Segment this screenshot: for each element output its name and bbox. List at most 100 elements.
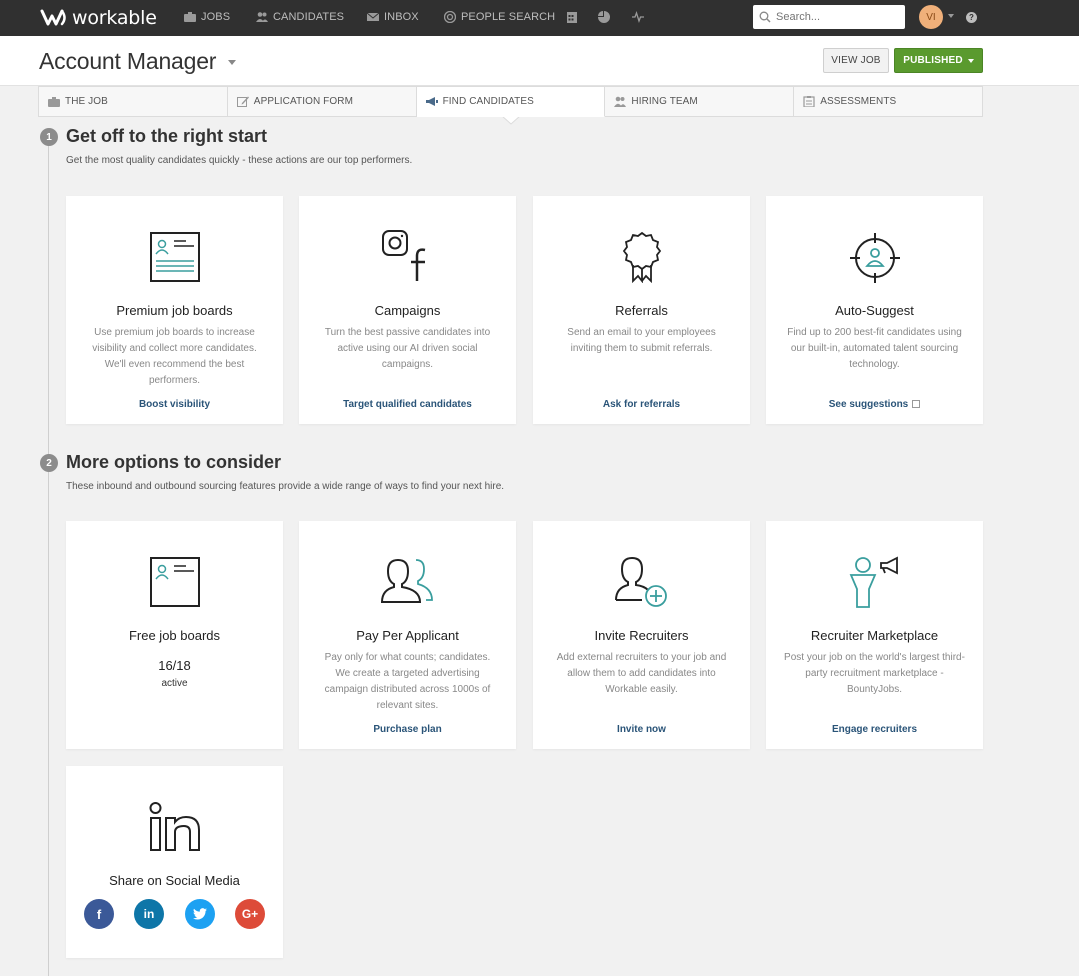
card-invite-recruiters: Invite Recruiters Add external recruiter… [533, 521, 750, 749]
boost-visibility-link[interactable]: Boost visibility [66, 399, 283, 410]
activity-pulse-icon [632, 11, 644, 23]
published-label: PUBLISHED [903, 55, 963, 66]
nav-candidates[interactable]: CANDIDATES [256, 11, 344, 23]
card-description: Pay only for what counts; candidates. We… [324, 652, 491, 711]
job-header: Account Manager VIEW JOB PUBLISHED [0, 36, 1079, 86]
calendar-icon [567, 12, 577, 23]
card-title: Premium job boards [116, 303, 233, 318]
card-recruiter-marketplace: Recruiter Marketplace Post your job on t… [766, 521, 983, 749]
card-description: Send an email to your employees inviting… [567, 327, 716, 354]
nav-reports[interactable] [598, 11, 610, 23]
card-description: Add external recruiters to your job and … [556, 652, 727, 695]
card-title: Auto-Suggest [835, 303, 914, 318]
nav-activity[interactable] [632, 11, 644, 23]
tab-hiring-team[interactable]: HIRING TEAM [605, 86, 795, 117]
linkedin-logo-icon [149, 802, 200, 851]
card-description: Find up to 200 best-fit candidates using… [787, 327, 962, 370]
step-badge-2: 2 [40, 454, 58, 472]
recruiter-megaphone-icon [849, 556, 898, 608]
see-suggestions-link[interactable]: See suggestions [766, 399, 983, 410]
facebook-share-button[interactable]: f [84, 899, 114, 929]
published-dropdown-button[interactable]: PUBLISHED [894, 48, 983, 73]
twitter-icon [193, 908, 207, 920]
people-icon [256, 12, 268, 22]
card-title: Referrals [615, 303, 668, 318]
top-navigation-bar: workable JOBS CANDIDATES INBOX PEOPLE SE… [0, 0, 1079, 36]
page-title[interactable]: Account Manager [39, 48, 216, 75]
help-icon[interactable]: ? [966, 12, 977, 23]
card-free-job-boards: Free job boards 16/18 active [66, 521, 283, 749]
nav-candidates-label: CANDIDATES [273, 11, 345, 23]
nav-jobs[interactable]: JOBS [184, 11, 230, 23]
job-board-icon [149, 232, 200, 282]
tab-find-candidates[interactable]: FIND CANDIDATES [416, 86, 606, 117]
card-description: Turn the best passive candidates into ac… [324, 327, 491, 370]
tab-the-job[interactable]: THE JOB [38, 86, 228, 117]
step-badge-1: 1 [40, 128, 58, 146]
nav-calendar[interactable] [566, 11, 578, 23]
tab-application-form[interactable]: APPLICATION FORM [227, 86, 417, 117]
card-description: Post your job on the world's largest thi… [784, 652, 965, 695]
section-1-title: Get off to the right start [66, 126, 267, 146]
see-suggestions-label: See suggestions [828, 399, 909, 410]
card-auto-suggest: Auto-Suggest Find up to 200 best-fit can… [766, 196, 983, 424]
nav-inbox-label: INBOX [384, 11, 419, 23]
card-share-social-media: Share on Social Media f in G+ [66, 766, 283, 958]
card-referrals: Referrals Send an email to your employee… [533, 196, 750, 424]
nav-people-search-label: PEOPLE SEARCH [461, 11, 556, 23]
envelope-icon [367, 12, 379, 21]
megaphone-icon [425, 97, 438, 106]
job-board-icon [149, 557, 200, 607]
card-title: Free job boards [128, 628, 221, 643]
tab-label: HIRING TEAM [631, 96, 698, 107]
target-icon [444, 11, 456, 23]
twitter-share-button[interactable] [185, 899, 215, 929]
card-title: Invite Recruiters [594, 628, 689, 643]
award-ribbon-icon [622, 231, 661, 283]
external-link-icon [912, 400, 921, 408]
linkedin-icon: in [143, 907, 155, 921]
applicants-icon [380, 558, 433, 603]
search-box[interactable] [753, 5, 905, 29]
tab-label: APPLICATION FORM [253, 96, 353, 107]
google-plus-icon: G+ [241, 907, 259, 921]
add-user-icon [614, 557, 667, 607]
crosshair-person-icon [849, 233, 900, 283]
ask-for-referrals-link[interactable]: Ask for referrals [533, 399, 750, 410]
section-2-subtitle: These inbound and outbound sourcing feat… [66, 481, 505, 492]
search-input[interactable] [776, 11, 896, 23]
active-boards-label: active [161, 678, 188, 689]
briefcase-icon [184, 12, 196, 22]
chevron-down-icon[interactable] [948, 14, 954, 18]
workable-logo[interactable]: workable [40, 7, 157, 29]
engage-recruiters-link[interactable]: Engage recruiters [766, 724, 983, 735]
nav-inbox[interactable]: INBOX [367, 11, 419, 23]
view-job-button[interactable]: VIEW JOB [823, 48, 889, 73]
edit-icon [236, 96, 249, 107]
linkedin-share-button[interactable]: in [134, 899, 164, 929]
avatar[interactable]: VI [919, 5, 943, 29]
job-tabs: THE JOB APPLICATION FORM FIND CANDIDATES… [38, 86, 983, 117]
briefcase-icon [48, 97, 60, 107]
chevron-down-icon [967, 58, 974, 63]
section-2-title: More options to consider [66, 452, 282, 472]
tab-assessments[interactable]: ASSESSMENTS [794, 86, 983, 117]
workable-logo-icon [40, 9, 66, 26]
purchase-plan-link[interactable]: Purchase plan [299, 724, 516, 735]
chevron-down-icon[interactable] [228, 60, 236, 65]
card-title: Recruiter Marketplace [810, 628, 939, 643]
invite-now-link[interactable]: Invite now [533, 724, 750, 735]
tab-label: FIND CANDIDATES [442, 96, 534, 107]
card-title: Share on Social Media [109, 873, 240, 888]
facebook-icon: f [96, 906, 102, 922]
search-icon [759, 11, 771, 23]
tab-label: THE JOB [65, 96, 108, 107]
card-title: Pay Per Applicant [356, 628, 459, 643]
target-qualified-candidates-link[interactable]: Target qualified candidates [299, 399, 516, 410]
card-premium-job-boards: Premium job boards Use premium job board… [66, 196, 283, 424]
active-boards-count: 16/18 [158, 658, 191, 673]
google-plus-share-button[interactable]: G+ [235, 899, 265, 929]
card-campaigns: Campaigns Turn the best passive candidat… [299, 196, 516, 424]
brand-name: workable [72, 7, 157, 29]
nav-people-search[interactable]: PEOPLE SEARCH [444, 11, 555, 23]
